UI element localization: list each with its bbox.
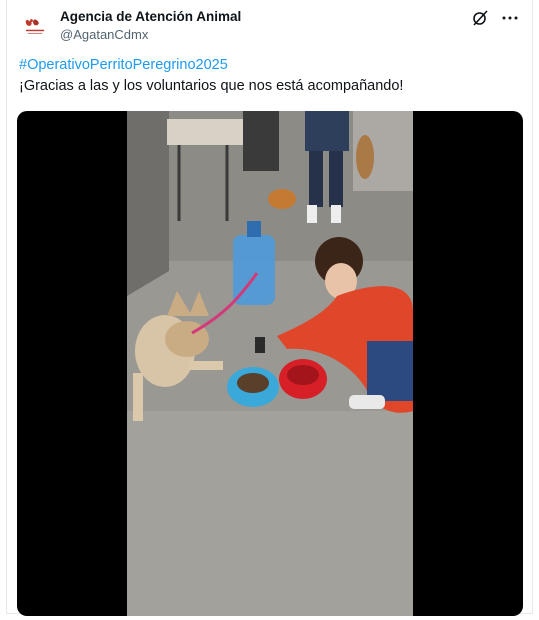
grok-icon[interactable] — [470, 8, 490, 28]
post-header: Agencia de Atención Animal @AgatanCdmx — [19, 6, 522, 46]
author-block[interactable]: Agencia de Atención Animal @AgatanCdmx — [60, 8, 241, 44]
video-frame — [127, 111, 413, 616]
hashtag-link[interactable]: #OperativoPerritoPeregrino2025 — [19, 57, 228, 73]
video-player[interactable] — [17, 111, 523, 616]
post-text: ¡Gracias a las y los voluntarios que nos… — [19, 78, 404, 94]
post-actions — [470, 8, 520, 28]
post-card[interactable]: Agencia de Atención Animal @AgatanCdmx #… — [6, 0, 533, 616]
more-icon[interactable] — [500, 8, 520, 28]
author-name[interactable]: Agencia de Atención Animal — [60, 8, 241, 26]
agatan-logo-icon — [25, 19, 45, 34]
avatar[interactable] — [19, 10, 53, 44]
author-handle[interactable]: @AgatanCdmx — [60, 26, 241, 44]
video-frame-image — [127, 111, 413, 616]
